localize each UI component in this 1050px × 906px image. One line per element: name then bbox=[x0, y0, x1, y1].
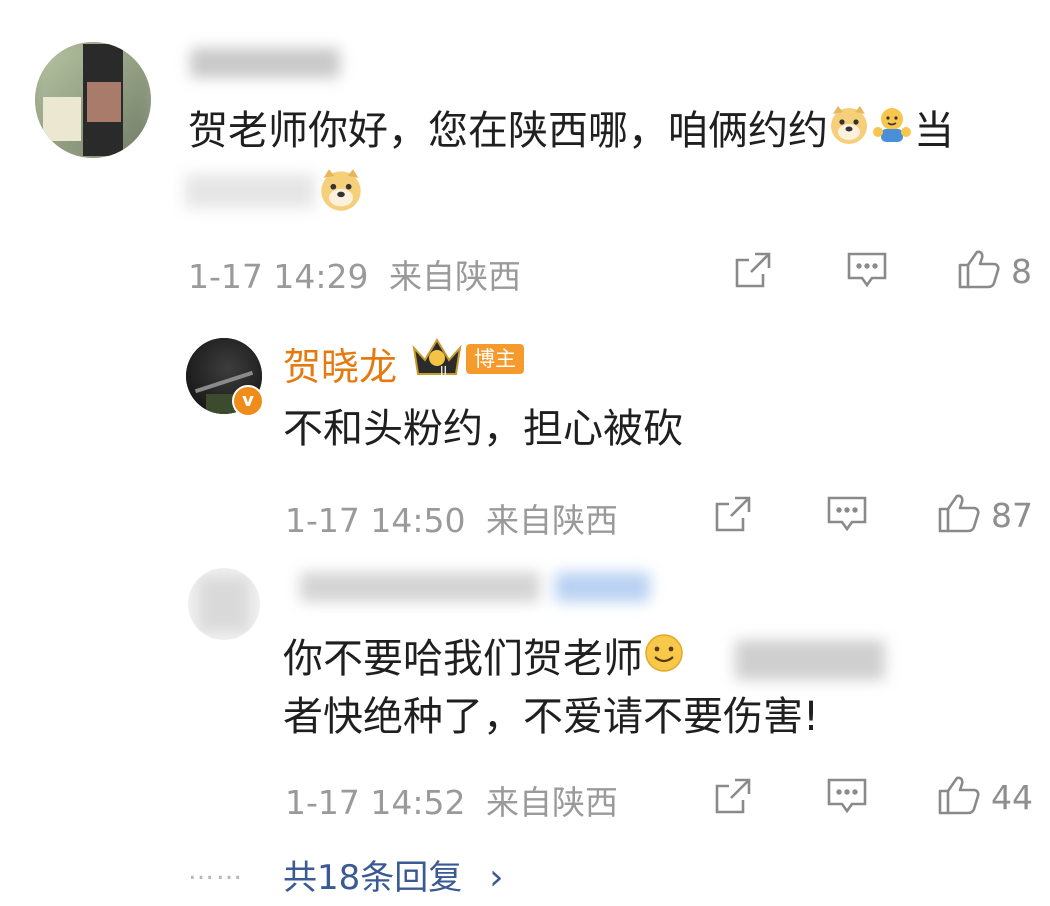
reply-time: 1-17 14:52 bbox=[285, 783, 466, 822]
reply-text-blurred-segment bbox=[735, 640, 885, 680]
replier-name-blurred[interactable] bbox=[300, 572, 540, 602]
comment-text-tail: 当 bbox=[914, 108, 954, 154]
svg-text:II: II bbox=[440, 364, 447, 378]
reply-location: 来自陕西 bbox=[486, 783, 618, 822]
comment-location: 来自陕西 bbox=[389, 257, 521, 296]
hug-emoji bbox=[870, 103, 914, 163]
more-replies-link[interactable]: 共18条回复 › bbox=[283, 850, 503, 899]
reply-location: 来自陕西 bbox=[486, 501, 618, 540]
reply-like-button[interactable]: 87 bbox=[937, 492, 1033, 538]
comment-like-count: 8 bbox=[1011, 251, 1032, 291]
reply-share-button[interactable] bbox=[713, 776, 753, 820]
replier-badge-blurred bbox=[555, 572, 650, 602]
reply-text-line1-text: 你不要哈我们贺老师 bbox=[283, 636, 643, 682]
reply-text: 不和头粉约，担心被砍 bbox=[283, 406, 683, 452]
comment-like-button[interactable]: 8 bbox=[957, 248, 1032, 294]
comment-icon bbox=[826, 776, 868, 820]
doge-emoji bbox=[828, 104, 870, 162]
blogger-name[interactable]: 贺晓龙 bbox=[283, 336, 397, 391]
comment-icon bbox=[846, 250, 888, 294]
verified-badge-icon: v bbox=[232, 385, 264, 417]
comment-text-line1: 贺老师你好，您在陕西哪，咱俩约约 bbox=[188, 108, 828, 154]
comment-text-line2-blurred bbox=[185, 174, 315, 208]
thumbs-up-icon bbox=[957, 248, 1001, 294]
commenter-avatar[interactable] bbox=[35, 42, 151, 158]
thumbs-up-icon bbox=[937, 774, 981, 820]
reply-text-line1: 你不要哈我们贺老师 bbox=[283, 630, 685, 690]
reply-like-count: 87 bbox=[991, 495, 1033, 535]
reply-share-button[interactable] bbox=[713, 494, 753, 538]
reply-like-button[interactable]: 44 bbox=[937, 774, 1033, 820]
reply-reply-button[interactable] bbox=[826, 776, 868, 820]
comment-text: 贺老师你好，您在陕西哪，咱俩约约 当 bbox=[188, 102, 954, 163]
doge-emoji bbox=[318, 167, 364, 217]
more-replies-label: 共18条回复 bbox=[283, 858, 463, 898]
thread-dots: …… bbox=[188, 856, 244, 886]
comment-meta: 1-17 14:29 来自陕西 bbox=[188, 250, 521, 298]
share-icon bbox=[713, 494, 753, 538]
replier-avatar[interactable] bbox=[188, 568, 260, 640]
comment-share-button[interactable] bbox=[733, 250, 773, 294]
comment-reply-button[interactable] bbox=[846, 250, 888, 294]
reply-text-line2: 者快绝种了，不爱请不要伤害! bbox=[283, 694, 820, 740]
share-icon bbox=[733, 250, 773, 294]
blogger-badge: 博主 bbox=[466, 344, 524, 374]
thumbs-up-icon bbox=[937, 492, 981, 538]
comment-time: 1-17 14:29 bbox=[188, 257, 369, 296]
reply-meta: 1-17 14:50 来自陕西 bbox=[285, 494, 618, 542]
share-icon bbox=[713, 776, 753, 820]
chevron-right-icon: › bbox=[489, 857, 504, 898]
commenter-name-blurred[interactable] bbox=[190, 48, 340, 78]
reply-reply-button[interactable] bbox=[826, 494, 868, 538]
reply-like-count: 44 bbox=[991, 777, 1033, 817]
reply-meta: 1-17 14:52 来自陕西 bbox=[285, 776, 618, 824]
reply-time: 1-17 14:50 bbox=[285, 501, 466, 540]
smile-emoji bbox=[643, 632, 685, 690]
comment-icon bbox=[826, 494, 868, 538]
crown-level-icon: II bbox=[410, 334, 464, 384]
